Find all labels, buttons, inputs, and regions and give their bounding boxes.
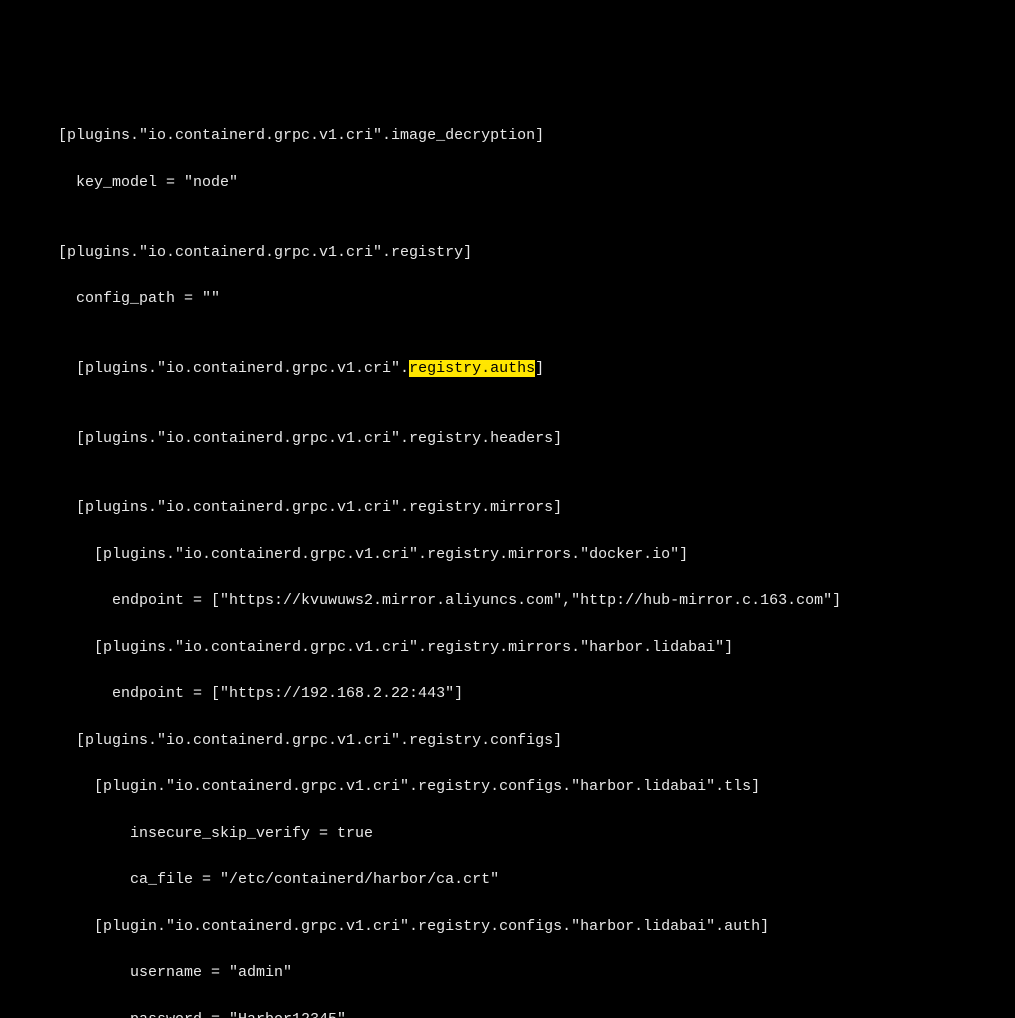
config-line: username = "admin"	[40, 961, 1015, 984]
config-line: password = "Harbor12345"	[40, 1008, 1015, 1018]
terminal-output: [plugins."io.containerd.grpc.v1.cri".ima…	[0, 101, 1015, 1018]
line-suffix: ]	[535, 360, 544, 377]
search-highlight: registry.auths	[409, 360, 535, 377]
config-line: [plugins."io.containerd.grpc.v1.cri".ima…	[40, 124, 1015, 147]
config-line: [plugins."io.containerd.grpc.v1.cri".reg…	[40, 357, 1015, 380]
config-line: [plugins."io.containerd.grpc.v1.cri".reg…	[40, 543, 1015, 566]
config-line: [plugin."io.containerd.grpc.v1.cri".regi…	[40, 915, 1015, 938]
config-line: key_model = "node"	[40, 171, 1015, 194]
config-line: [plugin."io.containerd.grpc.v1.cri".regi…	[40, 775, 1015, 798]
config-line: [plugins."io.containerd.grpc.v1.cri".reg…	[40, 427, 1015, 450]
config-line: endpoint = ["https://192.168.2.22:443"]	[40, 682, 1015, 705]
config-line: ca_file = "/etc/containerd/harbor/ca.crt…	[40, 868, 1015, 891]
config-line: [plugins."io.containerd.grpc.v1.cri".reg…	[40, 729, 1015, 752]
config-line: endpoint = ["https://kvuwuws2.mirror.ali…	[40, 589, 1015, 612]
config-line: insecure_skip_verify = true	[40, 822, 1015, 845]
config-line: [plugins."io.containerd.grpc.v1.cri".reg…	[40, 636, 1015, 659]
config-line: [plugins."io.containerd.grpc.v1.cri".reg…	[40, 496, 1015, 519]
config-line: [plugins."io.containerd.grpc.v1.cri".reg…	[40, 241, 1015, 264]
line-prefix: [plugins."io.containerd.grpc.v1.cri".	[40, 360, 409, 377]
config-line: config_path = ""	[40, 287, 1015, 310]
